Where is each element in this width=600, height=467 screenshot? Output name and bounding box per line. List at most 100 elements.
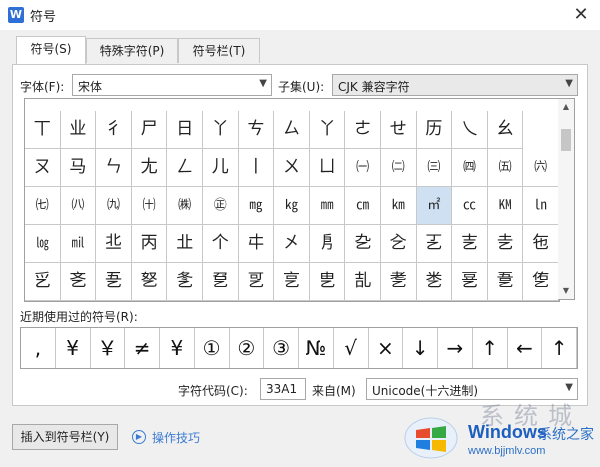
symbol-cell[interactable]: 㐅	[274, 225, 310, 263]
symbol-cell[interactable]: 㐄	[238, 225, 275, 263]
recent-symbol-cell[interactable]: ↓	[403, 328, 438, 368]
symbol-cell[interactable]: 㐗	[381, 263, 417, 301]
symbol-cell[interactable]: 㐈	[381, 225, 417, 263]
symbol-cell[interactable]: 尸	[131, 111, 168, 149]
symbol-cell[interactable]: 㐉	[416, 225, 453, 263]
symbol-cell[interactable]: 丫	[309, 111, 346, 149]
recent-symbol-cell[interactable]: √	[334, 328, 369, 368]
symbol-cell[interactable]: ㎡	[416, 187, 453, 225]
symbol-cell[interactable]: 业	[60, 111, 97, 149]
symbol-cell[interactable]: 㐏	[96, 263, 132, 301]
symbol-cell[interactable]: 彳	[96, 111, 132, 149]
symbol-cell[interactable]: 㐇	[345, 225, 381, 263]
symbol-cell[interactable]: 㐕	[309, 263, 346, 301]
symbol-cell[interactable]: ㊣	[203, 187, 239, 225]
symbol-cell[interactable]: 㐖	[345, 263, 381, 301]
recent-symbol-cell[interactable]: ￥	[91, 328, 126, 368]
tab-symbols[interactable]: 符号(S)	[16, 36, 86, 64]
symbol-cell[interactable]: ㎜	[309, 187, 346, 225]
tab-symbol-bar[interactable]: 符号栏(T)	[178, 38, 260, 63]
symbol-cell[interactable]: ㏄	[452, 187, 488, 225]
symbol-cell[interactable]: ㄙ	[274, 111, 310, 149]
recent-symbol-cell[interactable]: ←	[508, 328, 543, 368]
recent-symbol-cell[interactable]: ×	[369, 328, 404, 368]
symbol-cell[interactable]: ㄣ	[96, 149, 132, 187]
recent-symbol-cell[interactable]: ↑	[473, 328, 508, 368]
symbol-cell[interactable]: 尢	[131, 149, 168, 187]
symbol-cell[interactable]: ㄩ	[309, 149, 346, 187]
symbol-cell[interactable]: 㐔	[274, 263, 310, 301]
symbol-cell[interactable]: ㈨	[96, 187, 132, 225]
symbol-cell[interactable]: ㈢	[416, 149, 453, 187]
symbol-cell[interactable]: せ	[381, 111, 417, 149]
recent-symbol-cell[interactable]: →	[438, 328, 473, 368]
symbol-cell[interactable]: 乀	[452, 111, 488, 149]
symbol-cell[interactable]: ㈣	[452, 149, 488, 187]
symbol-cell[interactable]: 㐀	[167, 225, 203, 263]
symbol-cell[interactable]: 日	[167, 111, 203, 149]
char-code-field[interactable]: 33A1	[260, 378, 306, 400]
insert-to-symbol-bar-button[interactable]: 插入到符号栏(Y)	[12, 424, 118, 450]
symbol-cell[interactable]: ㈡	[381, 149, 417, 187]
symbol-cell[interactable]: 㐐	[131, 263, 168, 301]
symbol-grid[interactable]: 丅业彳尸日丫ㄘㄙ丫ㄜせ历乀幺ㄡ马ㄣ尢ㄥ儿丨ㄨㄩ㈠㈡㈢㈣㈤㈥㈦㈧㈨㈩㈱㊣㎎㎏㎜㎝㎞…	[24, 98, 560, 302]
symbol-cell[interactable]: ㎝	[345, 187, 381, 225]
recent-symbol-cell[interactable]: ↑	[542, 328, 577, 368]
symbol-cell[interactable]: 㐎	[60, 263, 97, 301]
recent-symbol-cell[interactable]: ,	[21, 328, 56, 368]
symbol-cell[interactable]: 个	[203, 225, 239, 263]
symbol-cell[interactable]: ㏎	[487, 187, 524, 225]
font-select[interactable]: 宋体 ▼	[72, 74, 272, 96]
symbol-cell[interactable]: ㎏	[274, 187, 310, 225]
symbol-cell[interactable]: ㄡ	[25, 149, 61, 187]
scroll-thumb[interactable]	[561, 129, 571, 151]
recent-symbol-cell[interactable]: ③	[264, 328, 299, 368]
symbol-cell[interactable]: 㐍	[25, 263, 61, 301]
symbol-cell[interactable]: ㎎	[238, 187, 275, 225]
symbol-cell[interactable]: ㈧	[60, 187, 97, 225]
symbol-cell[interactable]: ㏒	[25, 225, 61, 263]
symbol-cell[interactable]: 㐒	[203, 263, 239, 301]
symbol-cell[interactable]: 㐘	[416, 263, 453, 301]
close-button[interactable]: ✕	[570, 4, 592, 26]
symbol-cell[interactable]: ㈥	[523, 149, 559, 187]
recent-symbols[interactable]: , ¥ ￥ ≠ ¥ ① ② ③ № √ × ↓ → ↑ ← ↑	[20, 327, 578, 369]
symbol-cell[interactable]: 㐓	[238, 263, 275, 301]
symbol-cell[interactable]: ㄘ	[238, 111, 275, 149]
symbol-cell[interactable]: 㐆	[309, 225, 346, 263]
symbol-cell[interactable]: 儿	[203, 149, 239, 187]
symbol-cell[interactable]: ㈠	[345, 149, 381, 187]
symbol-cell[interactable]: 丨	[238, 149, 275, 187]
symbol-cell[interactable]: 历	[416, 111, 453, 149]
symbol-cell[interactable]: 㐌	[523, 225, 559, 263]
symbol-cell[interactable]: ㏑	[523, 187, 559, 225]
symbol-cell[interactable]: 丠	[96, 225, 132, 263]
recent-symbol-cell[interactable]: ①	[195, 328, 230, 368]
symbol-cell[interactable]: 㐚	[487, 263, 524, 301]
symbol-cell[interactable]: 㐋	[487, 225, 524, 263]
recent-symbol-cell[interactable]: ≠	[125, 328, 160, 368]
recent-symbol-cell[interactable]: №	[299, 328, 334, 368]
symbol-cell[interactable]: ㄨ	[274, 149, 310, 187]
symbol-cell[interactable]: 㐑	[167, 263, 203, 301]
symbol-cell[interactable]: ㏕	[60, 225, 97, 263]
symbol-cell[interactable]: 㐊	[452, 225, 488, 263]
recent-symbol-cell[interactable]: ¥	[56, 328, 91, 368]
symbol-cell[interactable]: 㐛	[523, 263, 559, 301]
symbol-cell[interactable]: 丙	[131, 225, 168, 263]
tab-special-characters[interactable]: 特殊字符(P)	[86, 38, 178, 63]
symbol-cell[interactable]: 丫	[203, 111, 239, 149]
symbol-cell[interactable]: ㈤	[487, 149, 524, 187]
symbol-cell[interactable]: ㄜ	[345, 111, 381, 149]
tips-link[interactable]: 操作技巧	[152, 429, 200, 446]
play-icon[interactable]: ▶	[132, 430, 146, 444]
grid-scrollbar[interactable]: ▲ ▼	[558, 98, 575, 300]
symbol-cell[interactable]: ㈩	[131, 187, 168, 225]
recent-symbol-cell[interactable]: ②	[230, 328, 265, 368]
scroll-down-icon[interactable]: ▼	[558, 283, 574, 299]
recent-symbol-cell[interactable]: ¥	[160, 328, 195, 368]
subset-select[interactable]: CJK 兼容字符 ▼	[332, 74, 578, 96]
symbol-cell[interactable]: 幺	[487, 111, 524, 149]
symbol-cell[interactable]: 马	[60, 149, 97, 187]
symbol-cell[interactable]: 丅	[25, 111, 61, 149]
